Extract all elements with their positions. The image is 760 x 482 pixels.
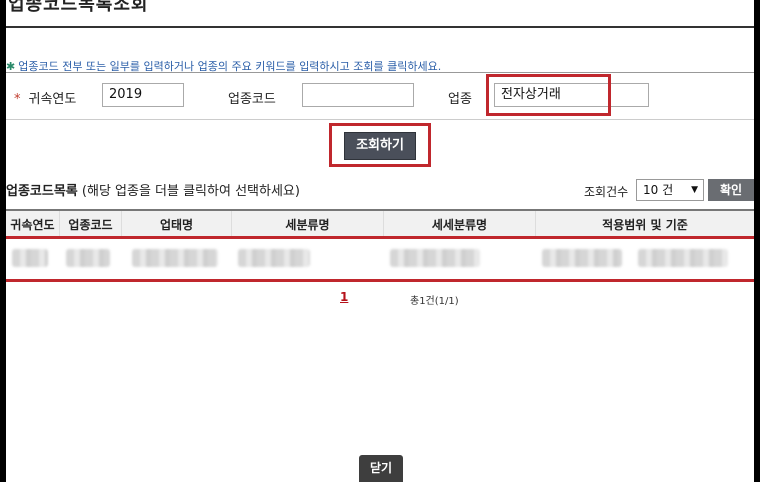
year-label: * 귀속연도 bbox=[14, 92, 77, 107]
list-hint: (해당 업종을 더블 클릭하여 선택하세요) bbox=[81, 184, 300, 199]
column-header-subclass: 세분류명 bbox=[232, 211, 384, 239]
required-icon: * bbox=[14, 92, 21, 107]
column-header-scope: 적용범위 및 기준 bbox=[602, 218, 688, 232]
count-select[interactable]: 10 건 ▼ bbox=[636, 179, 704, 201]
popup-window: 업종코드목록조회 ✱ 업종코드 전부 또는 일부를 입력하거나 업종의 주요 키워… bbox=[6, 0, 754, 482]
column-header-code: 업종코드 bbox=[60, 211, 122, 239]
page-title: 업종코드목록조회 bbox=[8, 0, 149, 15]
table-row[interactable] bbox=[6, 236, 754, 282]
blurred-cell bbox=[638, 249, 728, 267]
confirm-button[interactable]: 확인 bbox=[708, 179, 754, 201]
blurred-cell bbox=[66, 249, 110, 267]
column-header-year: 귀속연도 bbox=[6, 211, 60, 239]
search-form: * 귀속연도 2019 업종코드 업종 전자상거래 bbox=[6, 72, 754, 120]
total-count: 총1건(1/1) bbox=[410, 296, 459, 307]
blurred-cell bbox=[238, 249, 310, 267]
column-header-detail-subclass: 세세분류명 bbox=[384, 211, 536, 239]
industry-label: 업종 bbox=[448, 92, 472, 107]
blurred-cell bbox=[12, 249, 48, 267]
title-bar: 업종코드목록조회 bbox=[6, 0, 754, 28]
page-link-1[interactable]: 1 bbox=[340, 290, 348, 304]
table-header: 귀속연도 업종코드 업태명 세분류명 세세분류명 적용범위 및 기준 bbox=[6, 209, 754, 239]
column-header-business-type: 업태명 bbox=[122, 211, 232, 239]
search-button[interactable]: 조회하기 bbox=[344, 132, 416, 160]
chevron-down-icon: ▼ bbox=[691, 185, 698, 195]
close-button[interactable]: 닫기 bbox=[359, 455, 403, 482]
code-input[interactable] bbox=[302, 83, 414, 107]
list-title: 업종코드목록 (해당 업종을 더블 클릭하여 선택하세요) bbox=[6, 180, 300, 199]
code-label: 업종코드 bbox=[228, 92, 276, 107]
list-title-label: 업종코드목록 bbox=[6, 184, 78, 199]
count-label: 조회건수 bbox=[584, 185, 629, 199]
blurred-cell bbox=[390, 249, 480, 267]
year-input[interactable]: 2019 bbox=[102, 83, 184, 107]
blurred-cell bbox=[132, 249, 218, 267]
blurred-cell bbox=[542, 249, 622, 267]
count-value: 10 건 bbox=[643, 183, 674, 197]
industry-input-highlight bbox=[486, 74, 611, 116]
